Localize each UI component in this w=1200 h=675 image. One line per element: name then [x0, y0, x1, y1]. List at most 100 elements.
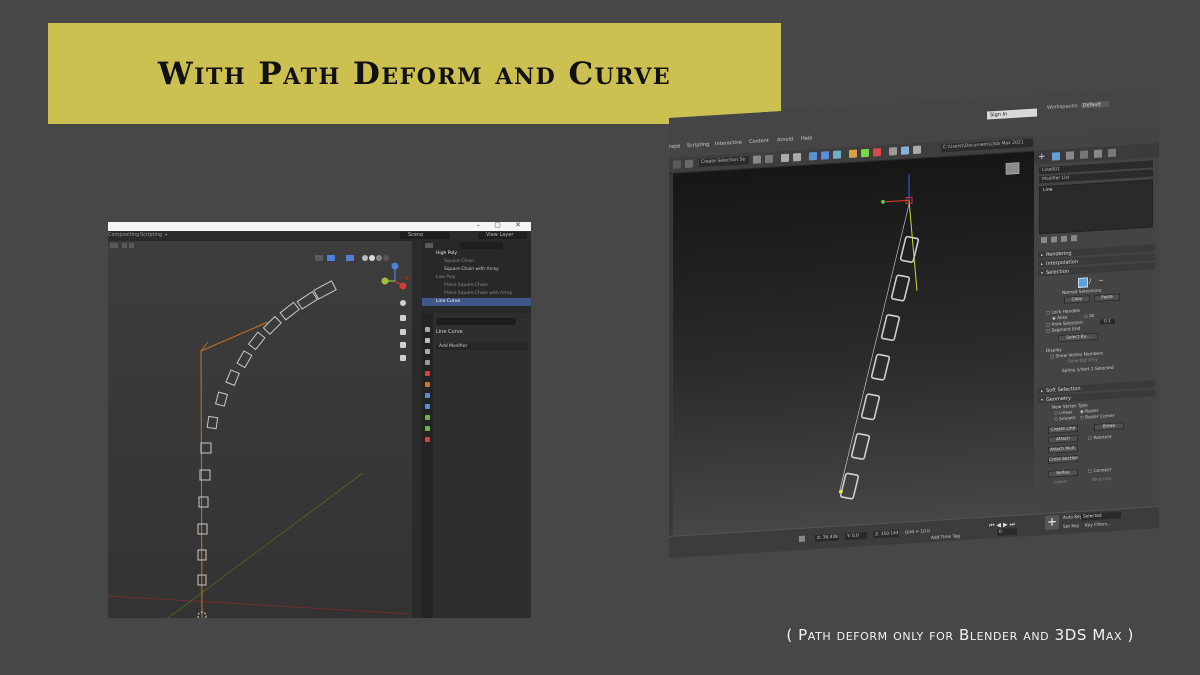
outliner-row[interactable]: Square Chain — [422, 258, 531, 266]
arnold-icon[interactable] — [901, 146, 909, 155]
outliner-row[interactable]: Low Poly — [422, 274, 531, 282]
add-workspace-button[interactable]: + — [164, 232, 168, 238]
attach-button[interactable]: Attach — [1048, 434, 1078, 444]
undo-icon[interactable] — [673, 160, 681, 169]
tab-scripting[interactable]: Scripting — [140, 232, 162, 238]
workspaces-selector[interactable]: Workspaces: Default — [1047, 101, 1109, 111]
viewport-scrollbar[interactable] — [412, 241, 422, 618]
stack-item[interactable]: Line — [1043, 188, 1052, 194]
outliner-type-icon[interactable] — [425, 243, 433, 248]
outliner-search-input[interactable] — [460, 242, 503, 249]
make-unique-icon[interactable] — [1061, 235, 1067, 243]
motion-tab-icon[interactable] — [1080, 150, 1088, 159]
add-time-tag-button[interactable]: Add Time Tag — [931, 534, 960, 541]
menu-item[interactable]: Help — [801, 135, 812, 142]
add-modifier-button[interactable]: Add Modifier — [436, 343, 528, 350]
outliner-row[interactable]: Plane Square Chain with Array — [422, 290, 531, 298]
mirror-icon[interactable] — [765, 154, 773, 164]
constraints-tab-icon[interactable] — [425, 426, 430, 431]
render-setup-icon[interactable] — [849, 149, 857, 158]
render-frame-icon[interactable] — [861, 148, 869, 158]
window-controls[interactable]: – ▢ ✕ — [477, 222, 527, 229]
paste-button[interactable]: Paste — [1094, 293, 1120, 303]
show-end-result-icon[interactable] — [1051, 236, 1057, 243]
render-tab-icon[interactable] — [425, 338, 430, 343]
pin-stack-icon[interactable] — [1041, 236, 1047, 244]
all-radio[interactable]: ○ All — [1084, 314, 1094, 320]
display-tab-icon[interactable] — [1094, 149, 1102, 159]
sign-in-button[interactable]: Sign In — [987, 108, 1037, 120]
menu-item[interactable]: Arnold — [777, 136, 793, 143]
set-key-icon[interactable]: + — [1045, 514, 1059, 531]
key-filters-button[interactable]: Key Filters... — [1085, 522, 1111, 529]
hierarchy-tab-icon[interactable] — [1066, 151, 1074, 160]
menu-item[interactable]: Interactive — [715, 140, 742, 148]
view-layer-tab-icon[interactable] — [425, 360, 430, 365]
project-path-field[interactable]: C:\Users\\Documents\3ds Max 2021 — [941, 138, 1033, 153]
view-layer-selector[interactable]: View Layer — [478, 232, 527, 239]
tab-compositing[interactable]: Compositing — [108, 232, 139, 238]
vertex-mode-icon[interactable] — [1078, 277, 1088, 288]
scene-selector[interactable]: Scene — [400, 232, 450, 239]
render-icon[interactable] — [873, 148, 881, 157]
menu-item[interactable]: rape — [669, 143, 680, 150]
outliner-row[interactable]: Plane Square Chain — [422, 282, 531, 290]
cross-section-button[interactable]: Cross Section — [1048, 454, 1078, 464]
snap-icon[interactable] — [753, 155, 761, 164]
copy-button[interactable]: Copy — [1064, 295, 1090, 304]
connect-checkbox[interactable]: ▢ Connect — [1088, 468, 1111, 474]
bezier-corner-radio[interactable]: ○ Bezier Corner — [1080, 414, 1114, 421]
outliner-row[interactable]: High Poly — [422, 250, 531, 258]
menu-item[interactable]: Scripting — [687, 142, 709, 149]
particles-tab-icon[interactable] — [425, 404, 430, 409]
remove-modifier-icon[interactable] — [1071, 235, 1077, 242]
segment-end-checkbox[interactable]: ▢ Segment End — [1046, 327, 1080, 334]
output-tab-icon[interactable] — [425, 349, 430, 354]
create-tab-icon[interactable]: + — [1038, 152, 1046, 162]
material-tab-icon[interactable] — [425, 437, 430, 442]
break-button[interactable]: Break — [1094, 422, 1124, 432]
area-selection-spinner[interactable]: 0.1 — [1100, 318, 1115, 325]
menu-item[interactable]: Content — [749, 138, 769, 145]
schematic-view-icon[interactable] — [821, 151, 829, 160]
lock-selection-icon[interactable] — [799, 535, 805, 543]
alike-radio[interactable]: ◉ Alike — [1052, 316, 1067, 322]
curve-editor-icon[interactable] — [809, 151, 817, 161]
material-editor-icon[interactable] — [833, 150, 841, 159]
segment-mode-icon[interactable]: / — [1089, 277, 1095, 285]
properties-search-input[interactable] — [436, 318, 516, 325]
select-by-button[interactable]: Select By... — [1058, 332, 1098, 343]
bind-first-checkbox[interactable]: Bind first — [1092, 477, 1111, 483]
scene-explorer-icon[interactable] — [793, 152, 801, 162]
blender-3d-viewport[interactable] — [108, 241, 412, 618]
tool-tab-icon[interactable] — [425, 327, 430, 332]
modifier-stack[interactable]: Line — [1039, 179, 1153, 235]
refine-button[interactable]: Refine — [1048, 468, 1078, 478]
auto-key-button[interactable]: Auto Key — [1063, 515, 1082, 521]
outliner-row-selected[interactable]: Line Curve — [422, 298, 531, 306]
link-icon[interactable] — [685, 159, 693, 169]
layer-explorer-icon[interactable] — [781, 153, 789, 163]
reorient-checkbox[interactable]: ▢ Reorient — [1088, 435, 1112, 441]
project-folder-icon[interactable] — [913, 145, 921, 155]
linear-checkbox[interactable]: Linear — [1054, 480, 1067, 486]
x-coordinate-field[interactable]: X: 36.438 — [815, 533, 839, 543]
modifier-tab-icon[interactable] — [425, 393, 430, 398]
max-perspective-viewport[interactable] — [673, 151, 1034, 558]
spline-mode-icon[interactable]: ~ — [1098, 276, 1104, 284]
object-tab-icon[interactable] — [425, 382, 430, 387]
selection-set-dropdown[interactable]: Create Selection Se — [699, 156, 749, 168]
activeshade-icon[interactable] — [889, 147, 897, 156]
utilities-tab-icon[interactable] — [1108, 148, 1116, 158]
attach-mult-button[interactable]: Attach Mult. — [1048, 444, 1078, 454]
selected-dropdown[interactable]: Selected — [1081, 511, 1121, 521]
z-coordinate-field[interactable]: Z: 150.143 — [873, 529, 899, 539]
selected-only-checkbox[interactable]: Selected Only — [1068, 358, 1098, 365]
physics-tab-icon[interactable] — [425, 415, 430, 420]
create-line-button[interactable]: Create Line — [1048, 424, 1078, 434]
y-coordinate-field[interactable]: Y: 0.0 — [845, 531, 867, 541]
scene-tab-icon[interactable] — [425, 371, 430, 376]
smooth-radio[interactable]: ○ Smooth — [1054, 416, 1076, 422]
current-frame-field[interactable]: 0 — [997, 527, 1017, 536]
outliner-row[interactable]: Square Chain with Array — [422, 266, 531, 274]
